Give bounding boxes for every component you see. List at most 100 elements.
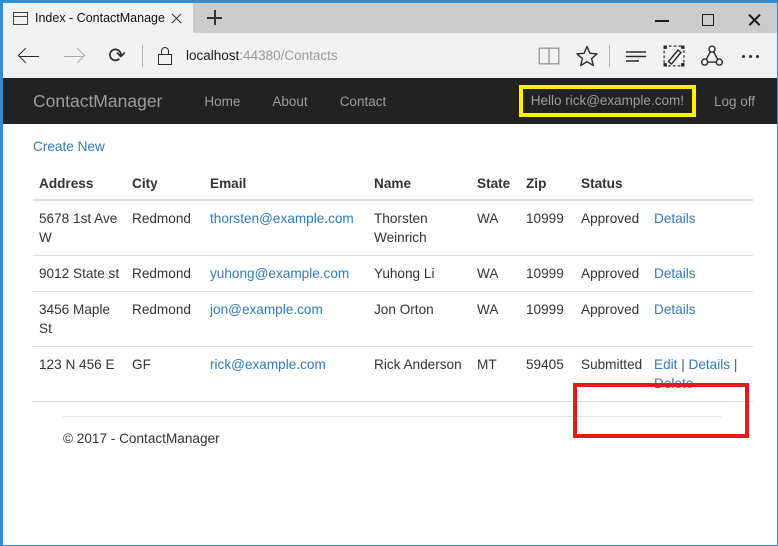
table-row: 3456 Maple St Redmond jon@example.com Jo… [33, 292, 753, 347]
create-new-link[interactable]: Create New [33, 139, 105, 154]
column-header-address: Address [33, 168, 126, 200]
column-header-state: State [471, 168, 520, 200]
email-link[interactable]: rick@example.com [210, 357, 326, 372]
column-header-status: Status [575, 168, 648, 200]
back-button[interactable] [7, 36, 51, 76]
nav-right-group: Hello rick@example.com! Log off [519, 78, 761, 124]
table-header-row: Address City Email Name State Zip Status [33, 168, 753, 200]
arrow-left-icon [20, 47, 39, 66]
minimize-icon[interactable] [639, 3, 685, 36]
cell-name: Yuhong Li [368, 256, 471, 292]
cell-actions: Details [648, 292, 753, 347]
cell-name: Thorsten Weinrich [368, 200, 471, 256]
cell-address: 3456 Maple St [33, 292, 126, 347]
url-path: :44380/Contacts [239, 48, 337, 63]
cell-state: WA [471, 256, 520, 292]
column-header-email: Email [204, 168, 368, 200]
browser-toolbar: ⟳ localhost:44380/Contacts [3, 33, 777, 78]
share-icon[interactable] [693, 36, 731, 76]
new-tab-button[interactable] [193, 3, 235, 33]
site-brand[interactable]: ContactManager [3, 91, 188, 112]
close-icon[interactable] [168, 10, 185, 27]
cell-name: Jon Orton [368, 292, 471, 347]
cell-address: 123 N 456 E [33, 347, 126, 402]
cell-city: Redmond [126, 292, 204, 347]
cell-status: Approved [575, 256, 648, 292]
cell-zip: 10999 [520, 256, 575, 292]
close-icon[interactable] [731, 3, 777, 36]
browser-tab[interactable]: Index - ContactManage [3, 3, 193, 33]
details-link[interactable]: Details [654, 211, 696, 226]
email-link[interactable]: yuhong@example.com [210, 266, 349, 281]
url-host: localhost [186, 48, 239, 63]
column-header-city: City [126, 168, 204, 200]
details-link[interactable]: Details [689, 357, 731, 372]
refresh-icon: ⟳ [108, 45, 126, 66]
refresh-button[interactable]: ⟳ [95, 36, 139, 76]
reading-list-icon[interactable] [617, 36, 655, 76]
site-navbar: ContactManager Home About Contact Hello … [3, 78, 777, 124]
nav-link-about[interactable]: About [256, 94, 323, 109]
cell-city: Redmond [126, 256, 204, 292]
arrow-right-icon [64, 47, 83, 66]
table-row: 123 N 456 E GF rick@example.com Rick And… [33, 347, 753, 402]
cell-actions: Edit | Details | Delete [648, 347, 753, 402]
delete-link[interactable]: Delete [654, 376, 693, 391]
user-greeting[interactable]: Hello rick@example.com! [519, 85, 696, 117]
address-bar[interactable]: localhost:44380/Contacts [186, 48, 530, 63]
contacts-table: Address City Email Name State Zip Status… [33, 168, 753, 402]
log-off-link[interactable]: Log off [696, 94, 761, 109]
column-header-name: Name [368, 168, 471, 200]
column-header-zip: Zip [520, 168, 575, 200]
cell-actions: Details [648, 256, 753, 292]
cell-zip: 59405 [520, 347, 575, 402]
cell-name: Rick Anderson [368, 347, 471, 402]
nav-link-contact[interactable]: Contact [324, 94, 403, 109]
cell-email: thorsten@example.com [204, 200, 368, 256]
star-icon[interactable] [568, 36, 606, 76]
cell-zip: 10999 [520, 292, 575, 347]
cell-email: jon@example.com [204, 292, 368, 347]
maximize-icon[interactable] [685, 3, 731, 36]
action-separator: | [681, 357, 685, 372]
cell-email: yuhong@example.com [204, 256, 368, 292]
page-content: Create New Address City Email Name State… [3, 124, 777, 446]
cell-city: Redmond [126, 200, 204, 256]
cell-email: rick@example.com [204, 347, 368, 402]
cell-state: WA [471, 292, 520, 347]
cell-status: Approved [575, 200, 648, 256]
table-row: 5678 1st Ave W Redmond thorsten@example.… [33, 200, 753, 256]
cell-address: 5678 1st Ave W [33, 200, 126, 256]
browser-window: Index - ContactManage ⟳ localhost:44380/… [0, 0, 778, 546]
cell-zip: 10999 [520, 200, 575, 256]
toolbar-icons [530, 36, 771, 76]
pencil-note-icon[interactable] [655, 36, 693, 76]
page-footer: © 2017 - ContactManager [63, 416, 721, 446]
toolbar-divider [609, 45, 610, 67]
email-link[interactable]: thorsten@example.com [210, 211, 354, 226]
cell-city: GF [126, 347, 204, 402]
details-link[interactable]: Details [654, 266, 696, 281]
cell-actions: Details [648, 200, 753, 256]
column-header-actions [648, 168, 753, 200]
footer-wrap: © 2017 - ContactManager [33, 416, 749, 446]
cell-status: Approved [575, 292, 648, 347]
forward-button[interactable] [51, 36, 95, 76]
action-separator: | [734, 357, 738, 372]
page-icon [13, 12, 28, 25]
email-link[interactable]: jon@example.com [210, 302, 323, 317]
toolbar-divider [142, 45, 143, 67]
book-icon[interactable] [530, 36, 568, 76]
cell-address: 9012 State st [33, 256, 126, 292]
window-controls [639, 3, 777, 36]
table-row: 9012 State st Redmond yuhong@example.com… [33, 256, 753, 292]
nav-link-home[interactable]: Home [188, 94, 256, 109]
cell-state: WA [471, 200, 520, 256]
details-link[interactable]: Details [654, 302, 696, 317]
tab-title: Index - ContactManage [35, 11, 166, 25]
title-bar: Index - ContactManage [3, 0, 777, 33]
edit-link[interactable]: Edit [654, 357, 677, 372]
cell-state: MT [471, 347, 520, 402]
cell-status: Submitted [575, 347, 648, 402]
ellipsis-icon[interactable] [731, 36, 771, 76]
